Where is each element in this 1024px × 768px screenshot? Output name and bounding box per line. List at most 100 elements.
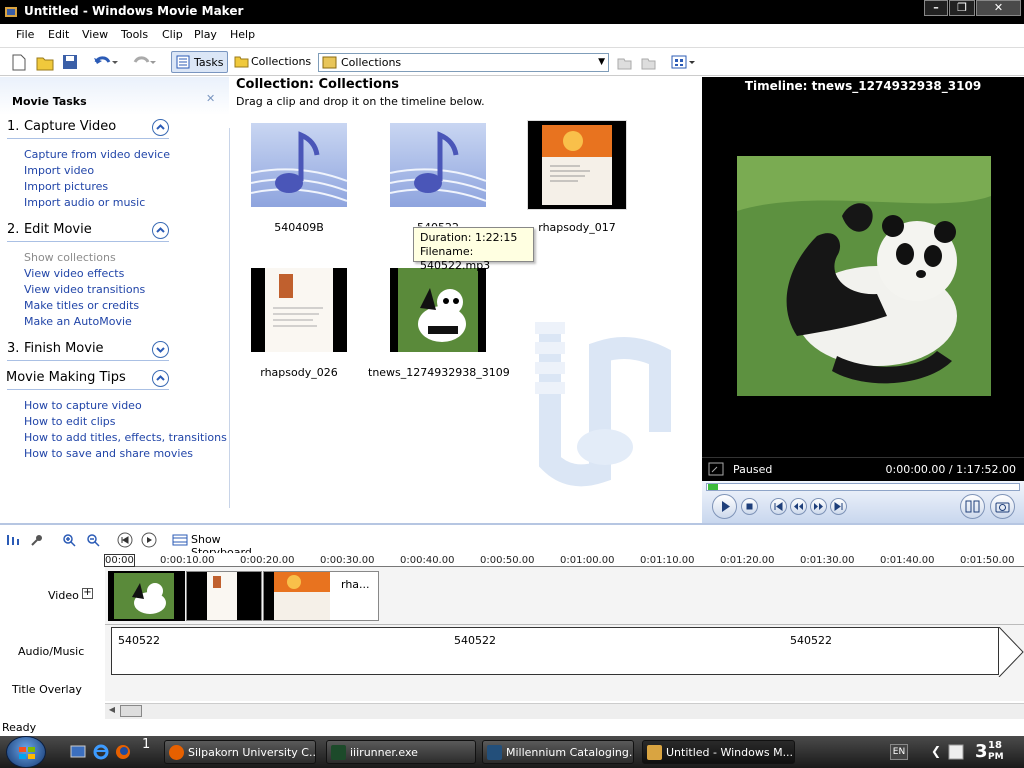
taskbar-item-iiirunner[interactable]: iiirunner.exe: [326, 740, 476, 764]
up-one-level-icon[interactable]: [615, 51, 633, 73]
collection-item[interactable]: [527, 120, 627, 210]
collection-item[interactable]: [250, 123, 348, 207]
language-indicator[interactable]: EN: [890, 744, 908, 760]
expand-chevron-icon[interactable]: [152, 341, 169, 358]
chevron-down-icon[interactable]: ▼: [598, 57, 605, 67]
menu-edit[interactable]: Edit: [48, 28, 69, 41]
section-edit-movie[interactable]: 2. Edit Movie: [7, 222, 92, 237]
forward-button[interactable]: [810, 498, 827, 515]
link-import-pictures[interactable]: Import pictures: [24, 180, 108, 193]
section-finish-movie[interactable]: 3. Finish Movie: [7, 341, 104, 356]
rewind-button[interactable]: [790, 498, 807, 515]
menu-view[interactable]: View: [82, 28, 108, 41]
playback-state: Paused: [733, 463, 773, 476]
title-overlay-track[interactable]: [105, 677, 1024, 701]
narrate-timeline-icon[interactable]: [30, 533, 44, 547]
minimize-button[interactable]: –: [924, 0, 948, 16]
close-pane-icon[interactable]: ✕: [206, 92, 215, 105]
play-button[interactable]: [712, 494, 737, 519]
collection-item[interactable]: [251, 268, 347, 352]
video-track[interactable]: rha...: [105, 567, 1024, 625]
tasks-button[interactable]: Tasks: [171, 51, 228, 73]
menu-help[interactable]: Help: [230, 28, 255, 41]
internet-explorer-icon[interactable]: [93, 744, 109, 760]
seek-bar[interactable]: [706, 483, 1020, 491]
link-make-titles[interactable]: Make titles or credits: [24, 299, 139, 312]
open-project-icon[interactable]: [35, 51, 55, 73]
show-hidden-icons-icon[interactable]: ❮: [931, 744, 941, 758]
maximize-button[interactable]: ❐: [949, 0, 975, 16]
link-capture-from-device[interactable]: Capture from video device: [24, 148, 170, 161]
menu-file[interactable]: File: [16, 28, 34, 41]
collapse-chevron-icon[interactable]: [152, 119, 169, 136]
menu-clip[interactable]: Clip: [162, 28, 183, 41]
tasks-icon: [176, 55, 190, 69]
title-bar: Untitled - Windows Movie Maker – ❐ ✕: [0, 0, 1024, 24]
close-button[interactable]: ✕: [976, 0, 1021, 16]
next-frame-button[interactable]: [830, 498, 847, 515]
scroll-left-arrow[interactable]: ◀: [106, 705, 118, 717]
link-view-video-transitions[interactable]: View video transitions: [24, 283, 145, 296]
menu-play[interactable]: Play: [194, 28, 217, 41]
divider: [7, 241, 169, 242]
link-make-automovie[interactable]: Make an AutoMovie: [24, 315, 132, 328]
audio-clip-label: 540522: [454, 634, 496, 647]
undo-icon[interactable]: [92, 51, 118, 73]
link-import-video[interactable]: Import video: [24, 164, 94, 177]
link-view-video-effects[interactable]: View video effects: [24, 267, 124, 280]
link-how-to-add-titles[interactable]: How to add titles, effects, transitions: [24, 431, 227, 444]
save-project-icon[interactable]: [61, 51, 79, 73]
collection-item[interactable]: [390, 268, 486, 352]
show-desktop-icon[interactable]: [70, 745, 86, 759]
scroll-thumb[interactable]: [120, 705, 142, 717]
link-import-audio[interactable]: Import audio or music: [24, 196, 145, 209]
collection-item[interactable]: [389, 123, 487, 207]
taskbar-item-millennium[interactable]: Millennium Cataloging...: [482, 740, 634, 764]
audio-track[interactable]: 540522 540522 540522: [105, 625, 1024, 677]
monitor-icon[interactable]: [708, 462, 724, 477]
timeline-ruler[interactable]: 00:00 0:00:10.00 0:00:20.00 0:00:30.00 0…: [104, 553, 1024, 567]
link-how-to-edit[interactable]: How to edit clips: [24, 415, 116, 428]
expand-track-icon[interactable]: +: [82, 588, 93, 599]
row-label-video: Video +: [0, 567, 104, 625]
split-clip-button[interactable]: [960, 494, 985, 519]
timeline-clip[interactable]: rha...: [263, 571, 379, 621]
redo-icon[interactable]: [130, 51, 156, 73]
menu-bar: File Edit View Tools Clip Play Help: [0, 24, 1024, 48]
take-picture-button[interactable]: [990, 494, 1015, 519]
zoom-out-icon[interactable]: [86, 533, 100, 547]
section-movie-making-tips[interactable]: Movie Making Tips: [6, 370, 126, 385]
previous-frame-button[interactable]: [770, 498, 787, 515]
system-clock[interactable]: 3 18 PM: [975, 739, 1011, 765]
menu-tools[interactable]: Tools: [121, 28, 148, 41]
start-button[interactable]: [6, 736, 46, 768]
taskbar-item-firefox[interactable]: Silpakorn University C...: [164, 740, 316, 764]
ruler-tick: 0:01:20.00: [720, 555, 775, 566]
seek-thumb[interactable]: [708, 484, 718, 490]
views-icon[interactable]: [670, 51, 696, 73]
horizontal-scrollbar[interactable]: ◀: [105, 703, 1024, 719]
collapse-chevron-icon[interactable]: [152, 370, 169, 387]
stop-button[interactable]: [741, 498, 758, 515]
link-how-to-capture[interactable]: How to capture video: [24, 399, 142, 412]
set-audio-levels-icon[interactable]: [6, 533, 20, 547]
rewind-timeline-icon[interactable]: [117, 532, 133, 548]
zoom-in-icon[interactable]: [62, 533, 76, 547]
link-how-to-save[interactable]: How to save and share movies: [24, 447, 193, 460]
taskbar-item-movie-maker[interactable]: Untitled - Windows M...: [642, 740, 795, 764]
firefox-icon[interactable]: [115, 744, 131, 760]
collection-subtitle: Drag a clip and drop it on the timeline …: [236, 95, 485, 108]
section-capture-video[interactable]: 1. Capture Video: [7, 119, 116, 134]
collapse-chevron-icon[interactable]: [152, 222, 169, 239]
audio-clip[interactable]: 540522 540522 540522: [111, 627, 999, 675]
new-collection-icon[interactable]: [639, 51, 657, 73]
collection-dropdown[interactable]: Collections ▼: [318, 53, 609, 72]
new-project-icon[interactable]: [10, 51, 28, 73]
timeline-clip[interactable]: [108, 571, 185, 621]
firefox-icon: [169, 745, 184, 760]
play-timeline-icon[interactable]: [141, 532, 157, 548]
collections-button[interactable]: Collections: [232, 51, 311, 73]
show-storyboard-button[interactable]: Show Storyboard: [170, 531, 280, 559]
timeline-clip[interactable]: [186, 571, 262, 621]
tray-app-icon[interactable]: [948, 744, 964, 760]
